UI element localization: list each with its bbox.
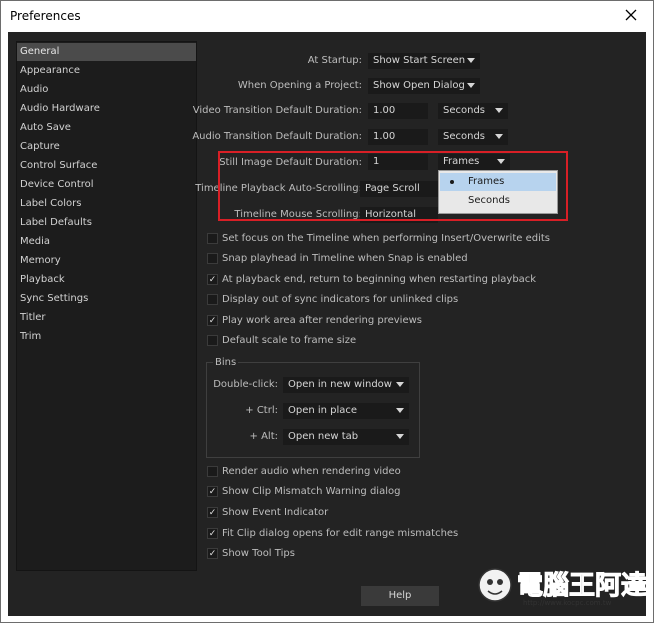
watermark-url: http://www.kocpc.com.tw bbox=[523, 599, 612, 607]
checkbox-label: Default scale to frame size bbox=[222, 335, 357, 346]
checkmark-icon: ✓ bbox=[207, 548, 218, 559]
video-transition-unit-dropdown[interactable]: Seconds bbox=[438, 103, 508, 119]
checkbox-label: Set focus on the Timeline when performin… bbox=[222, 233, 550, 244]
sidebar-item-memory[interactable]: Memory bbox=[17, 252, 196, 270]
sidebar-item-capture[interactable]: Capture bbox=[17, 138, 196, 156]
window-title: Preferences bbox=[10, 9, 81, 23]
at-startup-value: Show Start Screen bbox=[373, 55, 466, 66]
alt-label: + Alt: bbox=[249, 431, 278, 442]
sidebar-item-sync-settings[interactable]: Sync Settings bbox=[17, 290, 196, 308]
checkbox-label: Snap playhead in Timeline when Snap is e… bbox=[222, 253, 468, 264]
bins-group: Bins Double-click: Open in new window + … bbox=[206, 357, 420, 458]
sidebar-item-label-defaults[interactable]: Label Defaults bbox=[17, 214, 196, 232]
popup-item-label: Seconds bbox=[468, 195, 511, 206]
sidebar-item-auto-save[interactable]: Auto Save bbox=[17, 119, 196, 137]
checkbox-box bbox=[207, 294, 218, 305]
opening-project-dropdown[interactable]: Show Open Dialog bbox=[368, 78, 480, 94]
checkmark-icon: ✓ bbox=[207, 315, 218, 326]
chevron-down-icon bbox=[495, 134, 503, 139]
checkbox-box bbox=[207, 466, 218, 477]
sidebar-item-titler[interactable]: Titler bbox=[17, 309, 196, 327]
popup-item-frames[interactable]: Frames bbox=[440, 173, 556, 191]
alt-dropdown[interactable]: Open new tab bbox=[283, 429, 409, 445]
opening-project-value: Show Open Dialog bbox=[373, 80, 465, 91]
chevron-down-icon bbox=[467, 83, 475, 88]
audio-transition-label: Audio Transition Default Duration: bbox=[192, 131, 362, 142]
at-startup-dropdown[interactable]: Show Start Screen bbox=[368, 53, 480, 69]
audio-transition-input[interactable]: 1.00 bbox=[368, 129, 428, 145]
checkbox-label: At playback end, return to beginning whe… bbox=[222, 274, 537, 285]
chevron-down-icon bbox=[396, 408, 404, 413]
checkbox-label: Fit Clip dialog opens for edit range mis… bbox=[222, 528, 459, 539]
chevron-down-icon bbox=[396, 382, 404, 387]
bins-title: Bins bbox=[213, 357, 239, 368]
sidebar-item-label-colors[interactable]: Label Colors bbox=[17, 195, 196, 213]
chevron-down-icon bbox=[495, 108, 503, 113]
sidebar-item-audio-hardware[interactable]: Audio Hardware bbox=[17, 100, 196, 118]
checkmark-icon: ✓ bbox=[207, 486, 218, 497]
close-button[interactable] bbox=[621, 5, 641, 25]
help-button[interactable]: Help bbox=[361, 586, 439, 606]
audio-transition-unit: Seconds bbox=[443, 131, 486, 142]
alt-value: Open new tab bbox=[288, 431, 359, 442]
sidebar-item-audio[interactable]: Audio bbox=[17, 81, 196, 99]
checkbox-box bbox=[207, 335, 218, 346]
sidebar-item-media[interactable]: Media bbox=[17, 233, 196, 251]
watermark-text: 電腦王阿達 bbox=[516, 571, 648, 602]
selected-bullet-icon bbox=[450, 180, 454, 184]
chevron-down-icon bbox=[396, 434, 404, 439]
checkbox-box bbox=[207, 253, 218, 264]
sidebar-item-device-control[interactable]: Device Control bbox=[17, 176, 196, 194]
sidebar-item-appearance[interactable]: Appearance bbox=[17, 62, 196, 80]
double-click-dropdown[interactable]: Open in new window bbox=[283, 377, 409, 393]
ctrl-dropdown[interactable]: Open in place bbox=[283, 403, 409, 419]
video-transition-input[interactable]: 1.00 bbox=[368, 103, 428, 119]
close-icon bbox=[625, 9, 637, 21]
chevron-down-icon bbox=[467, 58, 475, 63]
sidebar-item-trim[interactable]: Trim bbox=[17, 328, 196, 346]
watermark-logo: 電腦王阿達 http://www.kocpc.com.tw bbox=[471, 557, 648, 611]
checkbox-label: Show Tool Tips bbox=[222, 548, 295, 559]
audio-transition-unit-dropdown[interactable]: Seconds bbox=[438, 129, 508, 145]
video-transition-unit: Seconds bbox=[443, 105, 486, 116]
checkbox-label: Show Event Indicator bbox=[222, 507, 329, 518]
checkbox-box bbox=[207, 233, 218, 244]
sidebar-item-general[interactable]: General bbox=[17, 43, 196, 61]
title-bar: Preferences bbox=[1, 1, 653, 31]
checkmark-icon: ✓ bbox=[207, 528, 218, 539]
popup-item-label: Frames bbox=[468, 176, 505, 187]
category-list: General Appearance Audio Audio Hardware … bbox=[16, 41, 197, 571]
video-transition-label: Video Transition Default Duration: bbox=[192, 105, 362, 116]
checkbox-label: Render audio when rendering video bbox=[222, 466, 401, 477]
ctrl-value: Open in place bbox=[288, 405, 358, 416]
ctrl-label: + Ctrl: bbox=[245, 405, 278, 416]
at-startup-label: At Startup: bbox=[307, 55, 362, 66]
preferences-window: Preferences General Appearance Audio Aud… bbox=[0, 0, 654, 623]
checkbox-label: Display out of sync indicators for unlin… bbox=[222, 294, 459, 305]
checkbox-label: Show Clip Mismatch Warning dialog bbox=[222, 486, 401, 497]
double-click-label: Double-click: bbox=[213, 379, 278, 390]
checkmark-icon: ✓ bbox=[207, 274, 218, 285]
opening-project-label: When Opening a Project: bbox=[237, 80, 362, 91]
checkmark-icon: ✓ bbox=[207, 507, 218, 518]
unit-popup-menu: Frames Seconds bbox=[438, 170, 558, 214]
sidebar-item-playback[interactable]: Playback bbox=[17, 271, 196, 289]
sidebar-item-control-surface[interactable]: Control Surface bbox=[17, 157, 196, 175]
popup-item-seconds[interactable]: Seconds bbox=[440, 192, 556, 210]
dialog-body: General Appearance Audio Audio Hardware … bbox=[8, 32, 646, 616]
double-click-value: Open in new window bbox=[288, 379, 392, 390]
checkbox-label: Play work area after rendering previews bbox=[222, 315, 422, 326]
